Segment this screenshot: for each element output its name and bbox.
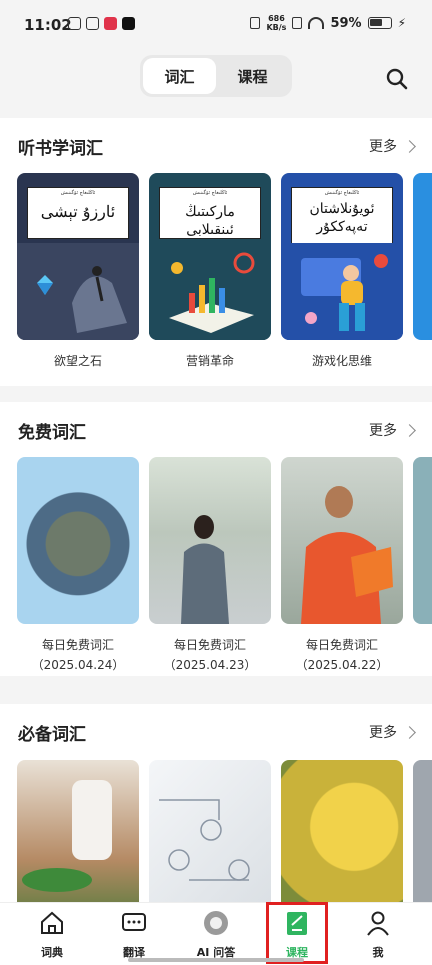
section-audiobook-vocab: 听书学词汇 更多 ئاڭلىغاچ ئۆگىنىش ئارزۇ تېشى 欲望之石… (0, 118, 432, 386)
chat-bubble-icon (122, 913, 146, 931)
status-time: 11:02 (24, 16, 72, 34)
battery-percent: 59% (330, 15, 362, 31)
search-icon[interactable] (386, 68, 408, 90)
chevron-right-icon (403, 139, 416, 153)
photo (413, 457, 432, 624)
net-speed: 686 KB/s (266, 14, 287, 32)
home-indicator[interactable] (128, 958, 304, 962)
tab-courses[interactable]: 课程 (216, 58, 289, 94)
sim-icon (292, 17, 303, 29)
book-card[interactable]: ئاڭلىغاچ ئۆگىنىش ئويۇنلاشتان تەپەككۇر 游戏化… (281, 173, 403, 371)
app-notification-icon (104, 17, 117, 30)
book-cover: ئاڭلىغاچ ئۆگىنىش ئارزۇ تېشى (17, 173, 139, 340)
person-icon (367, 911, 389, 936)
more-link[interactable]: 更多 (369, 136, 416, 156)
tiktok-icon (122, 17, 135, 30)
book-cover (413, 173, 432, 340)
gamification-illustration (281, 243, 403, 340)
chevron-right-icon (403, 725, 416, 739)
charging-icon: ⚡ (397, 16, 406, 30)
section-title: 免费词汇 (18, 423, 86, 443)
bottom-nav: 词典 翻译 AI 问答 课程 我 (0, 902, 432, 965)
status-bar: 11:02 686 KB/s 59% ⚡ (0, 0, 432, 50)
woman-photo (149, 457, 271, 624)
nav-me[interactable]: 我 (343, 909, 413, 960)
wifi-icon (308, 17, 325, 29)
book-caption: 游戏化思维 (311, 354, 372, 368)
status-right: 686 KB/s 59% ⚡ (250, 14, 406, 32)
tab-vocabulary[interactable]: 词汇 (143, 58, 216, 94)
man-phone-photo (281, 457, 403, 624)
nav-ai-qa[interactable]: AI 问答 (181, 909, 251, 960)
header: 词汇 课程 (0, 50, 432, 110)
nav-dictionary[interactable]: 词典 (17, 909, 87, 960)
ai-orb-icon (204, 911, 228, 935)
book-card[interactable]: ئاڭلىغاچ ئۆگىنىش ماركىتىڭ ئىنقىلابى 营销革命 (149, 173, 271, 371)
app-notification-icon (86, 17, 99, 30)
city-globe-photo (17, 457, 139, 624)
more-link[interactable]: 更多 (369, 420, 416, 440)
more-link[interactable]: 更多 (369, 722, 416, 742)
vocab-card[interactable]: 每日免费词汇 （2025.04.23） (149, 457, 271, 675)
house-icon (41, 911, 63, 934)
battery-icon (367, 17, 392, 29)
diamond-illustration (17, 243, 139, 340)
section-free-vocab: 免费词汇 更多 每日免费词汇 （2025.04.24） 每日免费词汇 （2025.0… (0, 402, 432, 676)
book-caption: 营销革命 (185, 354, 234, 368)
book-caption: 欲望之石 (53, 354, 102, 368)
book-cover: ئاڭلىغاچ ئۆگىنىش ئويۇنلاشتان تەپەككۇر (281, 173, 403, 340)
segmented-tabs: 词汇 课程 (140, 55, 292, 97)
vocab-card[interactable]: 每日免费词汇 （2025.04.22） (281, 457, 403, 675)
vibrate-icon (250, 17, 261, 29)
book-card-partial[interactable] (413, 173, 432, 371)
book-card[interactable]: ئاڭلىغاچ ئۆگىنىش ئارزۇ تېشى 欲望之石 (17, 173, 139, 371)
section-essential-vocab: 必备词汇 更多 (0, 704, 432, 927)
vocab-card-partial[interactable] (413, 457, 432, 675)
section-title: 必备词汇 (18, 725, 86, 745)
marketing-illustration (149, 243, 271, 340)
notification-icons (68, 17, 135, 30)
book-cover: ئاڭلىغاچ ئۆگىنىش ماركىتىڭ ئىنقىلابى (149, 173, 271, 340)
nav-translate[interactable]: 翻译 (99, 909, 169, 960)
chevron-right-icon (403, 423, 416, 437)
selection-highlight (266, 902, 328, 964)
app-notification-icon (68, 17, 81, 30)
section-title: 听书学词汇 (18, 139, 103, 159)
vocab-card[interactable]: 每日免费词汇 （2025.04.24） (17, 457, 139, 675)
